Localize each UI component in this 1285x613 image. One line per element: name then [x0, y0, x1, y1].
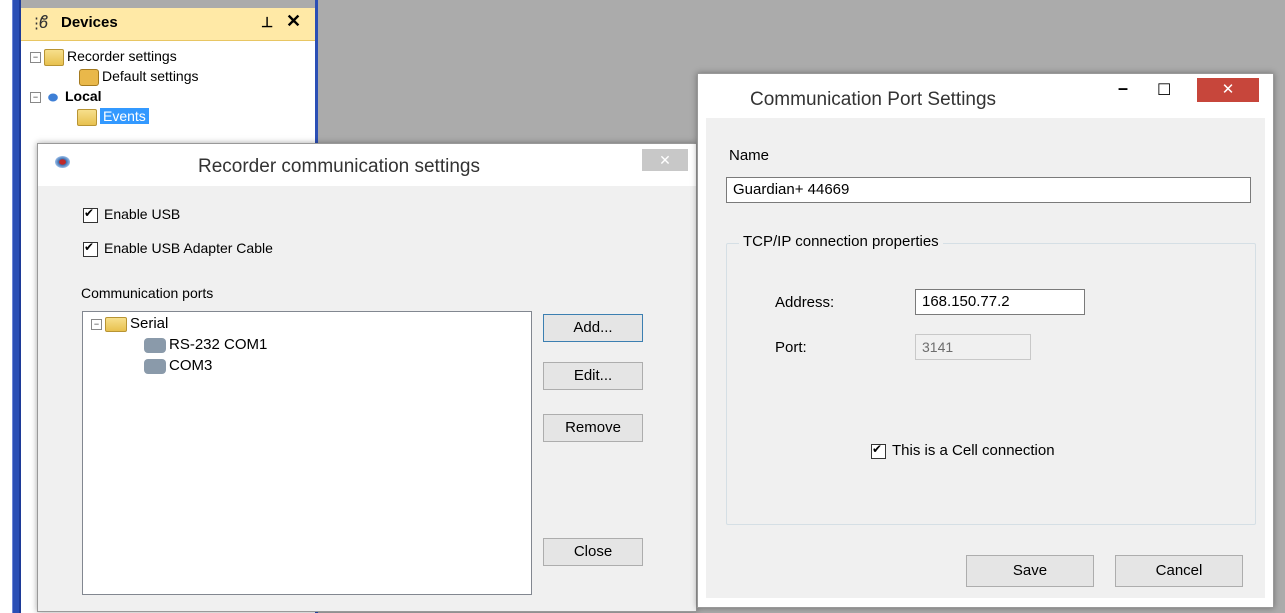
devices-panel-header: ⋮ ϐ Devices ⊥ ✕: [21, 8, 315, 41]
maximize-icon[interactable]: ☐: [1157, 80, 1171, 100]
dialog-body: Enable USB Enable USB Adapter Cable Comm…: [46, 186, 688, 603]
recorder-settings-folder-icon: [44, 48, 64, 66]
tree-item-label: Events: [100, 108, 149, 124]
tree-item-com3[interactable]: COM3: [141, 355, 212, 375]
devices-panel-title: Devices: [61, 14, 118, 31]
enable-usb-adapter-checkbox[interactable]: Enable USB Adapter Cable: [83, 240, 273, 257]
serial-port-icon: [144, 337, 166, 353]
save-button[interactable]: Save: [966, 555, 1094, 587]
events-folder-icon: [77, 108, 97, 126]
close-button[interactable]: ✕: [1197, 78, 1259, 102]
tree-item-rs232-com1[interactable]: RS-232 COM1: [141, 334, 267, 354]
network-icon: [44, 89, 62, 105]
tree-item-label: RS-232 COM1: [169, 336, 268, 353]
dialog-title: Recorder communication settings: [198, 156, 480, 177]
minimize-icon[interactable]: –: [1118, 78, 1128, 99]
cell-connection-label: This is a Cell connection: [892, 442, 1055, 459]
groupbox-title: TCP/IP connection properties: [739, 233, 943, 250]
recorder-communication-dialog: Recorder communication settings ✕ Enable…: [37, 143, 697, 612]
tree-item-label: Default settings: [102, 68, 199, 84]
devices-icon: ϐ: [39, 12, 49, 32]
communication-ports-label: Communication ports: [81, 285, 214, 301]
devices-tree: − Recorder settings Default settings − Loc…: [30, 46, 199, 126]
cancel-button[interactable]: Cancel: [1115, 555, 1243, 587]
app-icon: [55, 156, 70, 168]
settings-icon: [79, 68, 99, 86]
tree-item-default-settings[interactable]: Default settings: [30, 66, 199, 86]
tree-item-events[interactable]: Events: [30, 106, 199, 126]
name-label: Name: [729, 147, 770, 164]
pin-icon[interactable]: ⊥: [261, 14, 273, 31]
communication-ports-tree[interactable]: − Serial RS-232 COM1 COM3: [82, 311, 532, 595]
add-button[interactable]: Add...: [543, 314, 643, 342]
close-panel-icon[interactable]: ✕: [286, 11, 301, 32]
dialog-body: Name Guardian+ 44669 TCP/IP connection p…: [706, 118, 1265, 598]
checkbox-checked-icon[interactable]: [871, 442, 886, 459]
address-input[interactable]: 168.150.77.2: [915, 289, 1085, 315]
tree-item-local[interactable]: − Local: [30, 86, 199, 106]
port-label: Port:: [775, 339, 807, 356]
tree-item-label: Local: [65, 88, 102, 104]
dialog-titlebar: Recorder communication settings ✕: [38, 144, 696, 186]
address-label: Address:: [775, 294, 835, 311]
tree-item-label: Recorder settings: [67, 48, 177, 64]
edit-button[interactable]: Edit...: [543, 362, 643, 390]
collapse-icon[interactable]: −: [30, 91, 41, 103]
close-button[interactable]: ✕: [642, 149, 688, 171]
serial-folder-icon: [105, 316, 127, 332]
cell-connection-checkbox[interactable]: This is a Cell connection: [871, 442, 1055, 459]
enable-usb-adapter-label: Enable USB Adapter Cable: [104, 240, 273, 256]
tree-item-recorder-settings[interactable]: − Recorder settings: [30, 46, 199, 66]
enable-usb-checkbox[interactable]: Enable USB: [83, 206, 180, 223]
dialog-titlebar: Communication Port Settings – ☐ ✕: [698, 74, 1273, 118]
collapse-icon[interactable]: −: [91, 318, 102, 330]
port-input: 3141: [915, 334, 1031, 360]
close-dialog-button[interactable]: Close: [543, 538, 643, 566]
communication-port-dialog: Communication Port Settings – ☐ ✕ Name G…: [697, 73, 1274, 608]
left-dock-bar: [12, 0, 19, 613]
checkbox-checked-icon[interactable]: [83, 206, 98, 223]
serial-port-icon: [144, 358, 166, 374]
tree-item-label: COM3: [169, 357, 213, 374]
checkbox-checked-icon[interactable]: [83, 240, 98, 257]
tree-item-serial[interactable]: − Serial: [91, 313, 168, 333]
tcp-ip-groupbox: TCP/IP connection properties Address: 16…: [726, 233, 1256, 525]
enable-usb-label: Enable USB: [104, 206, 181, 222]
tree-item-label: Serial: [130, 315, 169, 332]
collapse-icon[interactable]: −: [30, 51, 41, 63]
name-input[interactable]: Guardian+ 44669: [726, 177, 1251, 203]
remove-button[interactable]: Remove: [543, 414, 643, 442]
dialog-title: Communication Port Settings: [750, 89, 997, 110]
